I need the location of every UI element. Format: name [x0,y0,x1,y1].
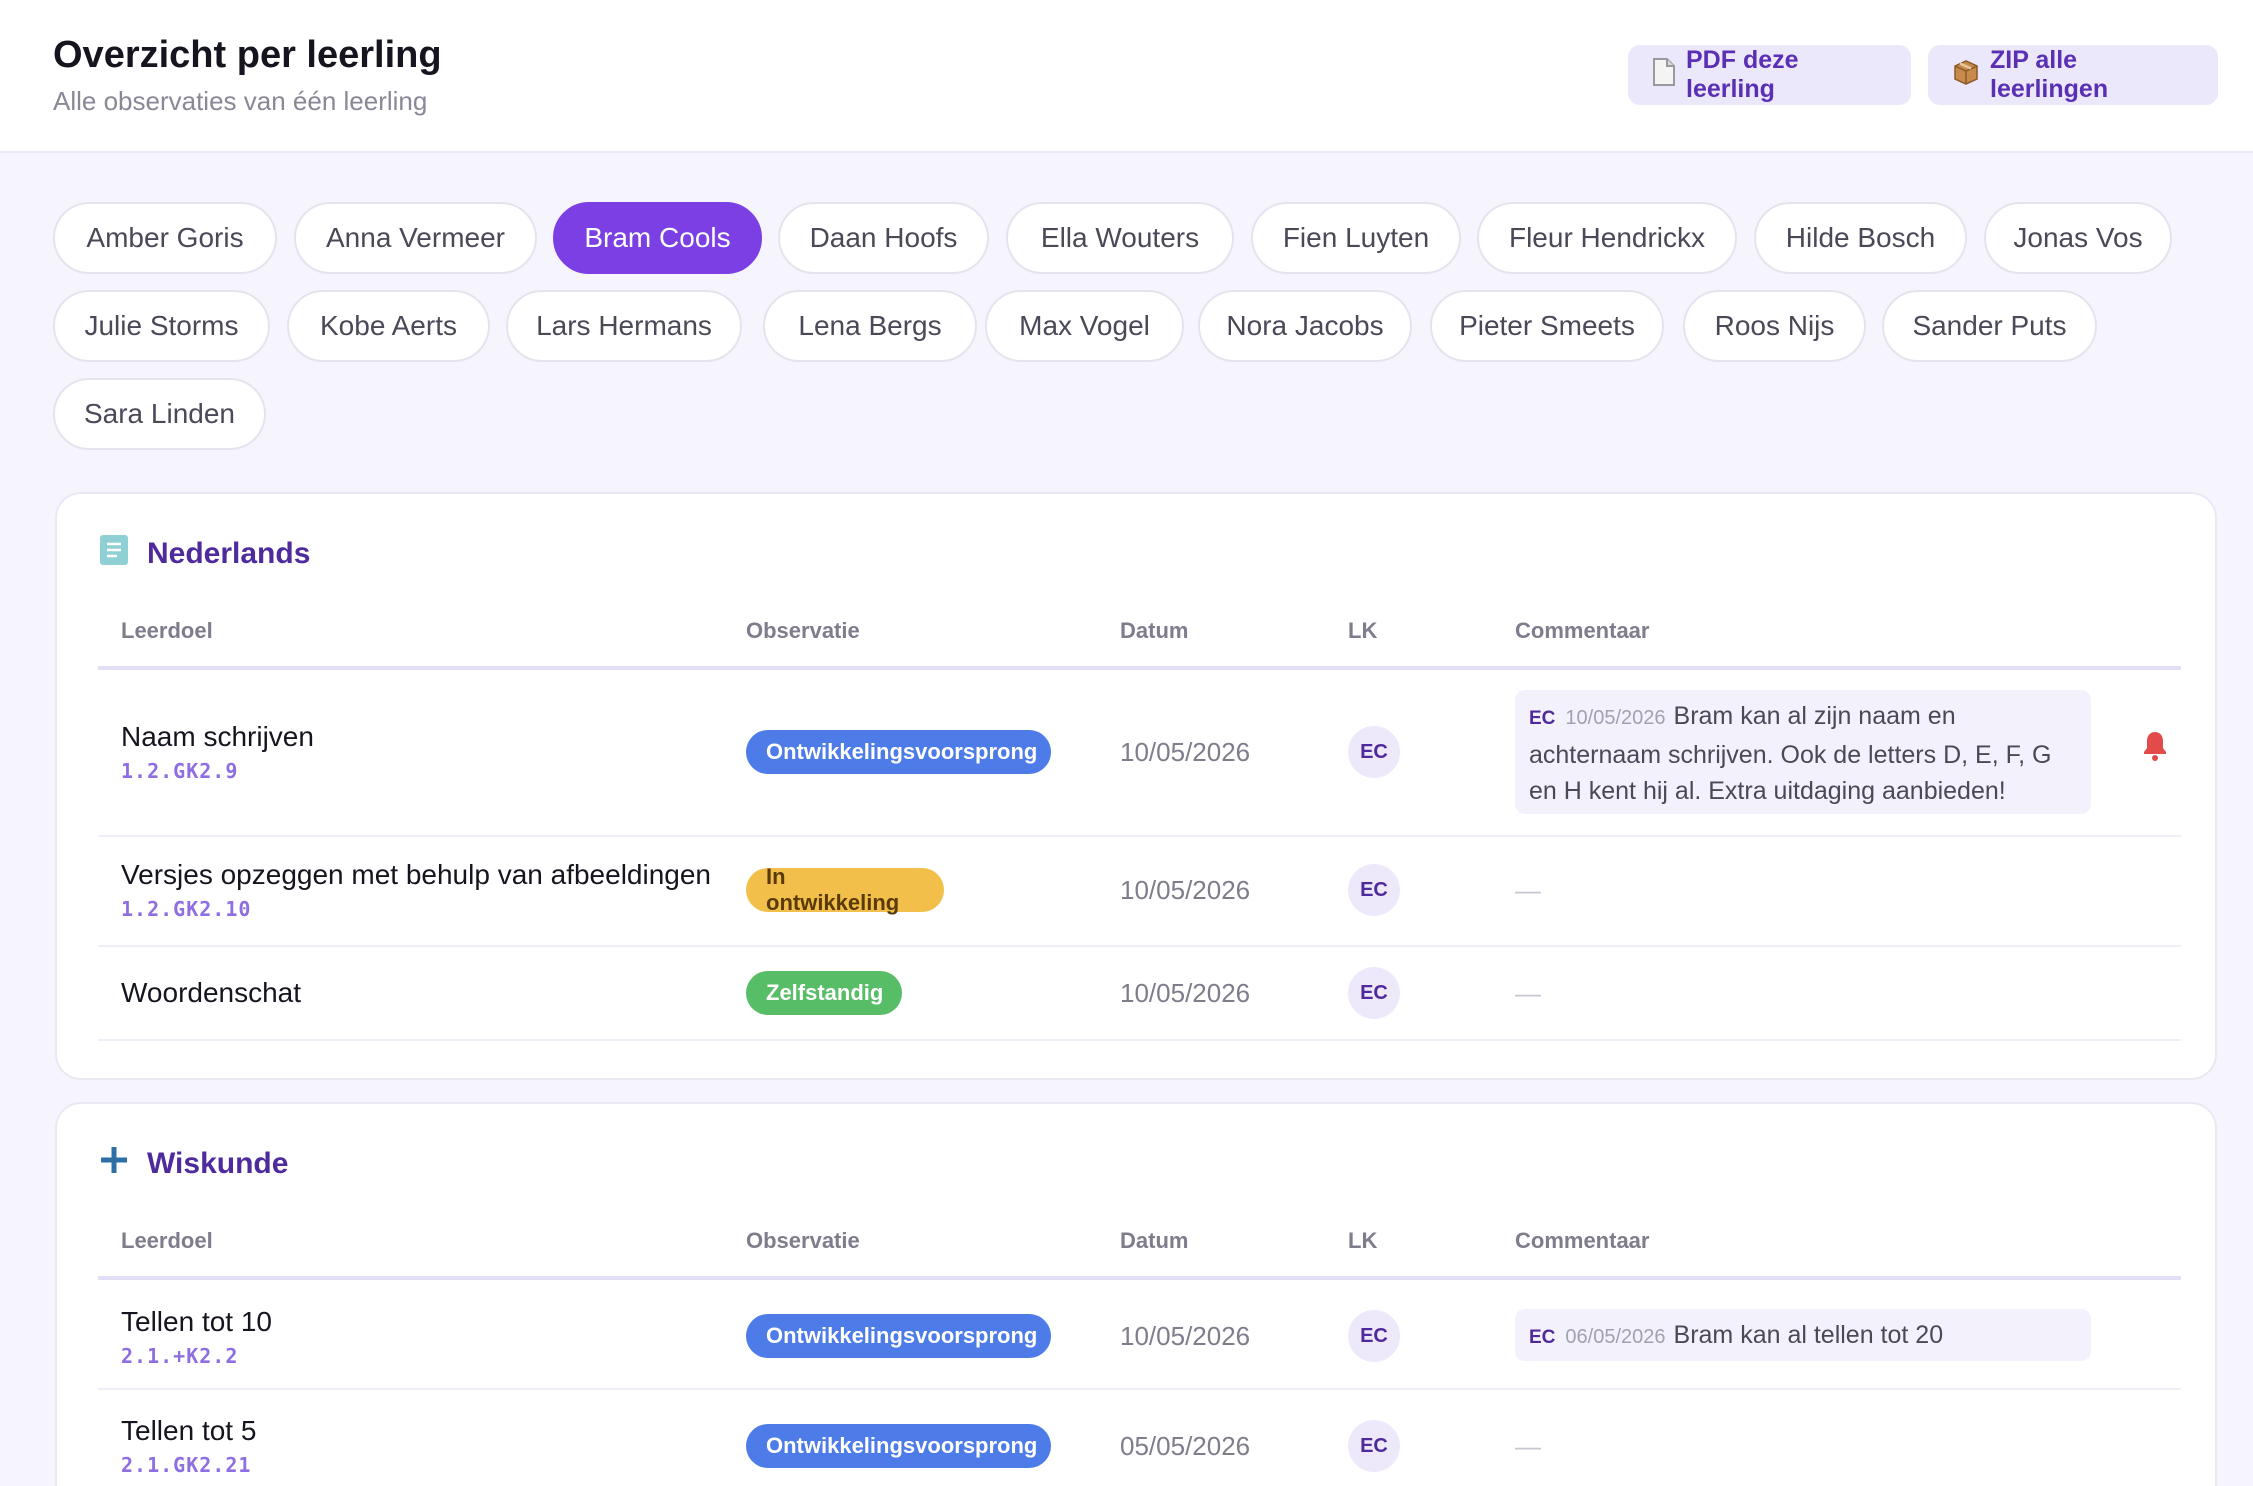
student-chip[interactable]: Fien Luyten [1251,202,1461,274]
teacher-avatar: EC [1348,1310,1400,1362]
status-badge: Ontwikkelingsvoorsprong [746,1424,1051,1468]
goal-title: Versjes opzeggen met behulp van afbeeldi… [121,859,711,890]
goal-title: Woordenschat [121,977,302,1008]
observation-date: 10/05/2026 [1120,875,1251,905]
row-divider [98,1388,2181,1390]
pdf-student-button[interactable]: PDF deze leerling [1628,45,1911,105]
status-badge: In ontwikkeling [746,864,944,915]
goal-title: Tellen tot 5 [121,1415,257,1446]
observation-date: 10/05/2026 [1120,978,1251,1008]
column-header-goal: Leerdoel [121,1228,213,1253]
page-title: Overzicht per leerling [53,34,442,76]
comment-box: EC 06/05/2026 Bram kan al tellen tot 20 [1515,1309,2091,1361]
subject-card-wiskunde: Wiskunde Leerdoel Observatie Datum LK Co… [55,1102,2217,1486]
column-header-observation: Observatie [746,1228,860,1253]
comment-date: 06/05/2026 [1565,1326,1666,1348]
zip-all-label: ZIP alle leerlingen [1990,46,2109,103]
student-chip[interactable]: Hilde Bosch [1754,202,1967,274]
student-chip[interactable]: Roos Nijs [1683,290,1866,362]
student-chip[interactable]: Anna Vermeer [294,202,537,274]
goal-code: 2.1.GK2.21 [121,1453,252,1477]
document-icon [1652,57,1676,93]
zip-all-button[interactable]: ZIP alle leerlingen [1928,45,2218,105]
observation-date: 10/05/2026 [1120,1321,1251,1351]
package-icon [1952,58,1980,93]
book-icon [99,534,129,574]
teacher-avatar: EC [1348,726,1400,778]
status-badge: Ontwikkelingsvoorsprong [746,730,1051,774]
student-chip[interactable]: Max Vogel [985,290,1184,362]
column-header-comment: Commentaar [1515,618,1650,643]
teacher-avatar: EC [1348,864,1400,916]
plus-icon [99,1145,129,1183]
header-divider [98,1276,2181,1280]
top-bar: Overzicht per leerling Alle observaties … [0,0,2253,153]
column-header-comment: Commentaar [1515,1228,1650,1253]
status-badge: Zelfstandig [746,971,902,1015]
goal-code: 2.1.+K2.2 [121,1344,239,1368]
student-chip[interactable]: Ella Wouters [1006,202,1234,274]
student-chip[interactable]: Lena Bergs [763,290,977,362]
section-title: Wiskunde [99,1144,288,1184]
comment-text: Bram kan al tellen tot 20 [1673,1321,1944,1349]
column-header-teacher: LK [1348,618,1378,643]
comment-teacher: EC [1529,708,1556,729]
column-header-observation: Observatie [746,618,860,643]
column-header-goal: Leerdoel [121,618,213,643]
comment-box: EC 10/05/2026 Bram kan al zijn naam en ach… [1515,690,2091,814]
header-divider [98,666,2181,670]
column-header-teacher: LK [1348,1228,1378,1253]
empty-comment: — [1515,978,1541,1008]
student-chip[interactable]: Julie Storms [53,290,270,362]
section-title: Nederlands [99,534,310,574]
teacher-avatar: EC [1348,967,1400,1019]
observation-date: 05/05/2026 [1120,1431,1251,1461]
empty-comment: — [1515,875,1541,905]
observation-date: 10/05/2026 [1120,737,1251,767]
student-chip[interactable]: Pieter Smeets [1430,290,1664,362]
row-divider [98,1039,2181,1041]
student-chip[interactable]: Lars Hermans [506,290,742,362]
comment-teacher: EC [1529,1327,1556,1348]
goal-title: Tellen tot 10 [121,1306,272,1337]
comment-date: 10/05/2026 [1565,707,1666,729]
student-chip[interactable]: Jonas Vos [1984,202,2172,274]
student-chip[interactable]: Amber Goris [53,202,277,274]
empty-comment: — [1515,1431,1541,1461]
column-header-date: Datum [1120,618,1189,643]
student-chip[interactable]: Sara Linden [53,378,266,450]
column-header-date: Datum [1120,1228,1189,1253]
student-chip[interactable]: Sander Puts [1882,290,2097,362]
page-subtitle: Alle observaties van één leerling [53,86,428,116]
status-badge: Ontwikkelingsvoorsprong [746,1314,1051,1358]
pdf-student-label: PDF deze leerling [1686,46,1799,103]
subject-card-nederlands: Nederlands Leerdoel Observatie Datum LK … [55,492,2217,1080]
teacher-avatar: EC [1348,1420,1400,1472]
student-chip[interactable]: Nora Jacobs [1198,290,1412,362]
bell-icon[interactable] [2141,730,2169,767]
student-chip-selected[interactable]: Bram Cools [553,202,762,274]
row-divider [98,835,2181,837]
goal-title: Naam schrijven [121,721,314,752]
row-divider [98,945,2181,947]
student-chip[interactable]: Fleur Hendrickx [1477,202,1737,274]
goal-code: 1.2.GK2.9 [121,759,239,783]
student-chip[interactable]: Daan Hoofs [778,202,989,274]
goal-code: 1.2.GK2.10 [121,897,252,921]
student-chip[interactable]: Kobe Aerts [287,290,490,362]
